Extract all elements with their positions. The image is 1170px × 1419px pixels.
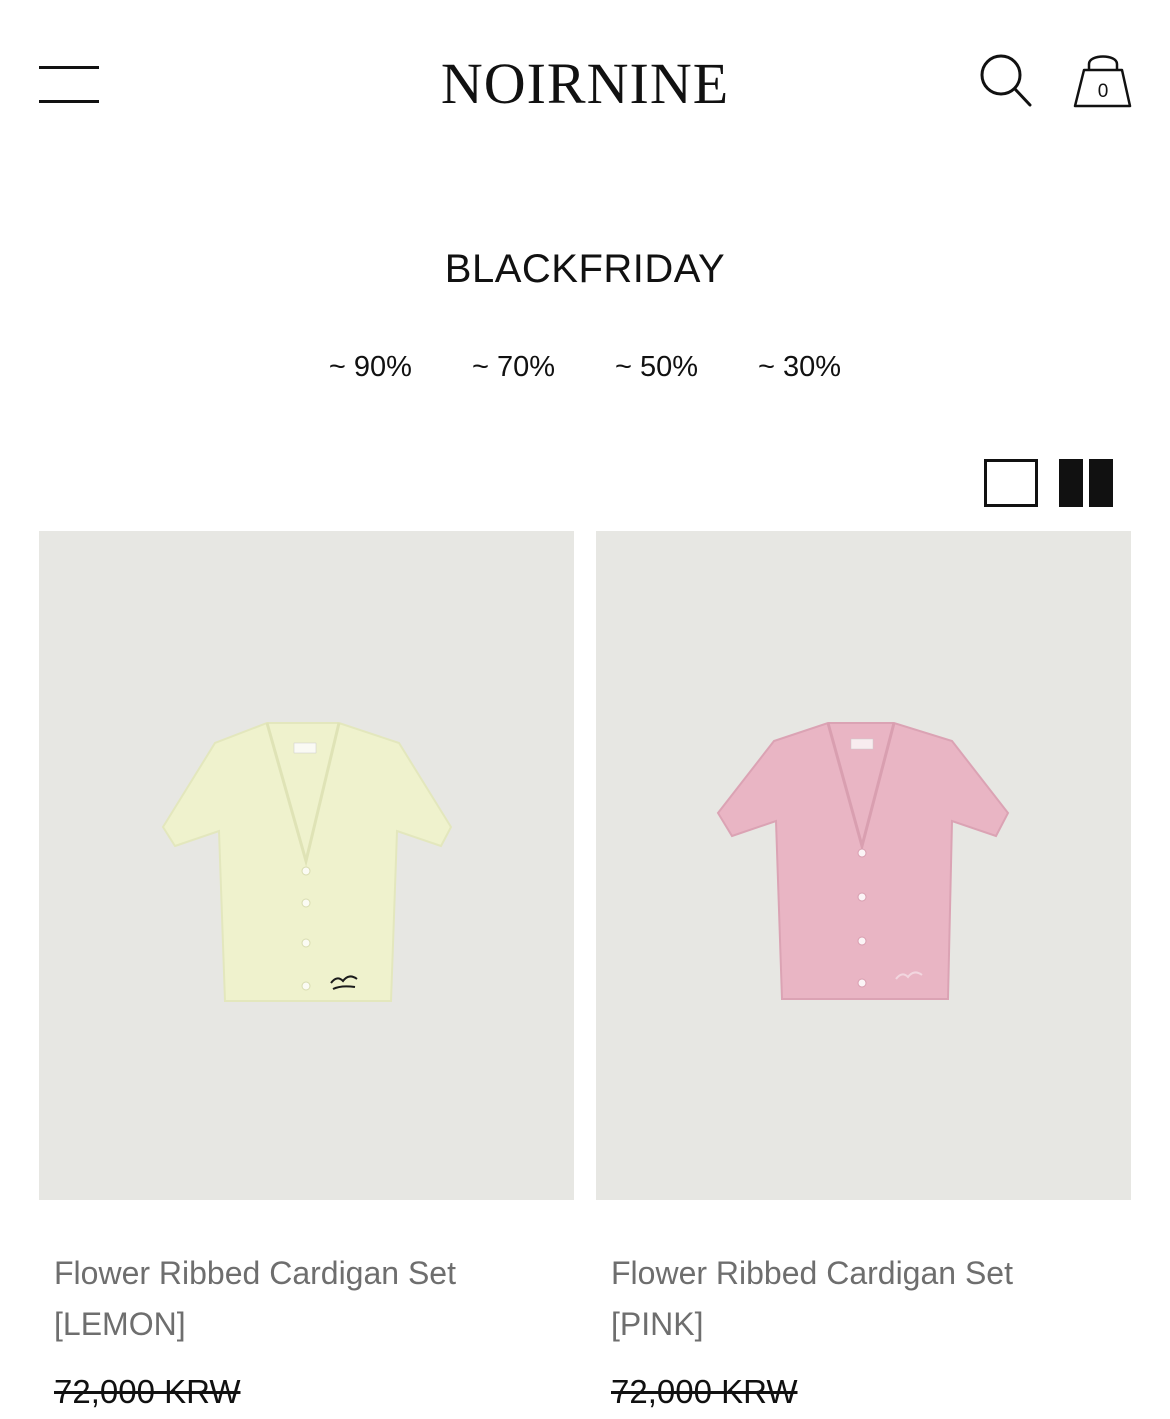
garment-label — [850, 738, 874, 750]
product-image[interactable] — [39, 531, 574, 1200]
garment-body — [716, 722, 1010, 1000]
search-icon[interactable] — [978, 52, 1034, 110]
cart-count-badge: 0 — [1097, 81, 1109, 102]
garment-button — [301, 866, 311, 876]
shopping-bag-icon[interactable]: 0 — [1072, 48, 1134, 112]
two-column-view-icon[interactable] — [1059, 459, 1113, 507]
garment-button — [301, 981, 311, 991]
cardigan-illustration — [716, 722, 1010, 1000]
site-header: NOIRNINE 0 — [0, 0, 1170, 165]
garment-button — [857, 892, 867, 902]
cardigan-illustration — [161, 722, 453, 1002]
filter-30-percent[interactable]: ~ 30% — [758, 351, 841, 384]
garment-label — [293, 742, 317, 754]
discount-filter-bar: ~ 90% ~ 70% ~ 50% ~ 30% — [0, 351, 1170, 384]
product-card[interactable]: Flower Ribbed Cardigan Set [PINK] 72,000… — [596, 531, 1131, 1411]
product-original-price: 72,000 KRW — [611, 1373, 798, 1410]
garment-button — [857, 848, 867, 858]
filter-50-percent[interactable]: ~ 50% — [615, 351, 698, 384]
product-original-price: 72,000 KRW — [54, 1373, 241, 1410]
product-card[interactable]: Flower Ribbed Cardigan Set [LEMON] 72,00… — [39, 531, 574, 1411]
garment-button — [301, 898, 311, 908]
product-image[interactable] — [596, 531, 1131, 1200]
garment-button — [857, 936, 867, 946]
product-name[interactable]: Flower Ribbed Cardigan Set [PINK] — [596, 1248, 1131, 1350]
garment-button — [857, 978, 867, 988]
filter-90-percent[interactable]: ~ 90% — [329, 351, 412, 384]
product-name[interactable]: Flower Ribbed Cardigan Set [LEMON] — [39, 1248, 574, 1350]
filter-70-percent[interactable]: ~ 70% — [472, 351, 555, 384]
page-title: BLACKFRIDAY — [444, 247, 726, 291]
product-color-variant: [LEMON] — [54, 1306, 186, 1342]
product-name-line: Flower Ribbed Cardigan Set — [611, 1255, 1013, 1291]
single-column-view-icon[interactable] — [984, 459, 1038, 507]
garment-button — [301, 938, 311, 948]
product-color-variant: [PINK] — [611, 1306, 704, 1342]
product-name-line: Flower Ribbed Cardigan Set — [54, 1255, 456, 1291]
